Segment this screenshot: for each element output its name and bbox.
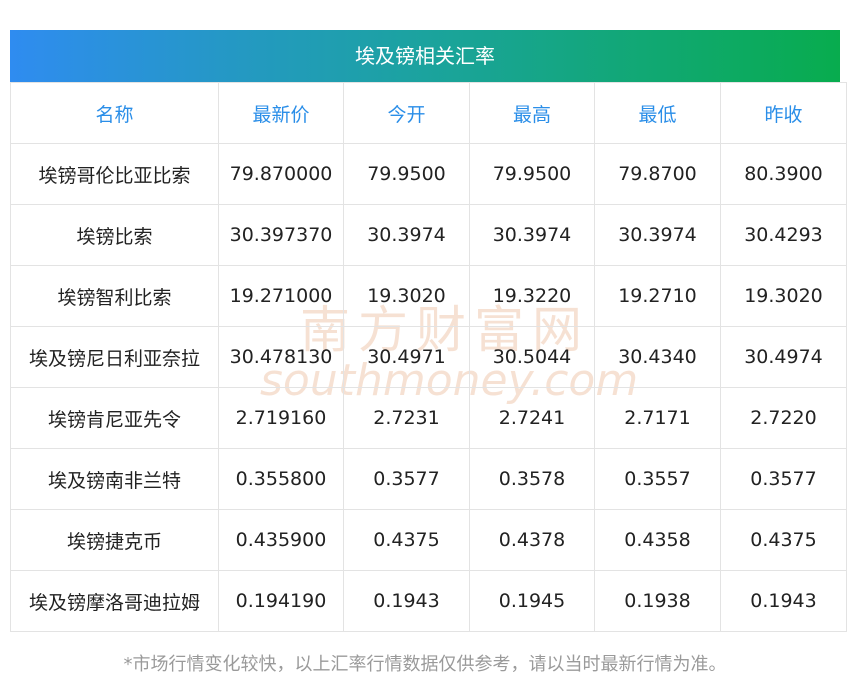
disclaimer-note: *市场行情变化较快，以上汇率行情数据仅供参考，请以当时最新行情为准。 xyxy=(123,654,727,675)
cell-prev-close: 0.3577 xyxy=(720,448,847,510)
cell-open: 0.4375 xyxy=(343,509,470,571)
header-high: 最高 xyxy=(469,82,595,144)
cell-open: 0.3577 xyxy=(343,448,470,510)
cell-prev-close: 30.4293 xyxy=(720,204,847,266)
cell-low: 0.1938 xyxy=(594,570,721,632)
cell-latest: 19.271000 xyxy=(218,265,344,327)
cell-prev-close: 0.1943 xyxy=(720,570,847,632)
cell-open: 0.1943 xyxy=(343,570,470,632)
row-name: 埃镑捷克币 xyxy=(10,509,219,571)
cell-prev-close: 0.4375 xyxy=(720,509,847,571)
row-name: 埃及镑南非兰特 xyxy=(10,448,219,510)
rate-table-panel: 埃及镑相关汇率 名称 最新价 今开 最高 最低 昨收 埃镑哥伦比亚比索 79.8… xyxy=(10,30,847,632)
table-row: 埃及镑南非兰特 0.355800 0.3577 0.3578 0.3557 0.… xyxy=(10,448,847,510)
table-row: 埃镑捷克币 0.435900 0.4375 0.4378 0.4358 0.43… xyxy=(10,509,847,571)
cell-low: 19.2710 xyxy=(594,265,721,327)
header-row: 名称 最新价 今开 最高 最低 昨收 xyxy=(10,82,847,144)
cell-low: 30.3974 xyxy=(594,204,721,266)
table-row: 埃及镑尼日利亚奈拉 30.478130 30.4971 30.5044 30.4… xyxy=(10,326,847,388)
cell-latest: 30.397370 xyxy=(218,204,344,266)
cell-open: 79.9500 xyxy=(343,143,470,205)
cell-latest: 0.194190 xyxy=(218,570,344,632)
cell-high: 30.5044 xyxy=(469,326,595,388)
cell-low: 79.8700 xyxy=(594,143,721,205)
cell-prev-close: 30.4974 xyxy=(720,326,847,388)
cell-latest: 30.478130 xyxy=(218,326,344,388)
cell-low: 30.4340 xyxy=(594,326,721,388)
row-name: 埃镑比索 xyxy=(10,204,219,266)
cell-prev-close: 19.3020 xyxy=(720,265,847,327)
cell-open: 2.7231 xyxy=(343,387,470,449)
header-name: 名称 xyxy=(10,82,219,144)
table-row: 埃镑哥伦比亚比索 79.870000 79.9500 79.9500 79.87… xyxy=(10,143,847,205)
cell-low: 0.3557 xyxy=(594,448,721,510)
table-title: 埃及镑相关汇率 xyxy=(10,30,840,82)
row-name: 埃及镑尼日利亚奈拉 xyxy=(10,326,219,388)
cell-prev-close: 80.3900 xyxy=(720,143,847,205)
table-row: 埃镑肯尼亚先令 2.719160 2.7231 2.7241 2.7171 2.… xyxy=(10,387,847,449)
table-row: 埃镑比索 30.397370 30.3974 30.3974 30.3974 3… xyxy=(10,204,847,266)
table-row: 埃及镑摩洛哥迪拉姆 0.194190 0.1943 0.1945 0.1938 … xyxy=(10,570,847,632)
cell-prev-close: 2.7220 xyxy=(720,387,847,449)
header-open: 今开 xyxy=(343,82,470,144)
cell-open: 30.3974 xyxy=(343,204,470,266)
cell-latest: 0.355800 xyxy=(218,448,344,510)
cell-high: 0.4378 xyxy=(469,509,595,571)
cell-high: 0.3578 xyxy=(469,448,595,510)
row-name: 埃镑智利比索 xyxy=(10,265,219,327)
cell-latest: 0.435900 xyxy=(218,509,344,571)
cell-low: 2.7171 xyxy=(594,387,721,449)
header-low: 最低 xyxy=(594,82,721,144)
cell-open: 19.3020 xyxy=(343,265,470,327)
table-row: 埃镑智利比索 19.271000 19.3020 19.3220 19.2710… xyxy=(10,265,847,327)
cell-latest: 79.870000 xyxy=(218,143,344,205)
cell-high: 0.1945 xyxy=(469,570,595,632)
row-name: 埃镑哥伦比亚比索 xyxy=(10,143,219,205)
header-prev-close: 昨收 xyxy=(720,82,847,144)
rate-table: 名称 最新价 今开 最高 最低 昨收 埃镑哥伦比亚比索 79.870000 79… xyxy=(10,82,847,632)
cell-high: 2.7241 xyxy=(469,387,595,449)
row-name: 埃及镑摩洛哥迪拉姆 xyxy=(10,570,219,632)
cell-high: 19.3220 xyxy=(469,265,595,327)
cell-open: 30.4971 xyxy=(343,326,470,388)
header-latest: 最新价 xyxy=(218,82,344,144)
cell-high: 79.9500 xyxy=(469,143,595,205)
cell-latest: 2.719160 xyxy=(218,387,344,449)
cell-low: 0.4358 xyxy=(594,509,721,571)
cell-high: 30.3974 xyxy=(469,204,595,266)
row-name: 埃镑肯尼亚先令 xyxy=(10,387,219,449)
